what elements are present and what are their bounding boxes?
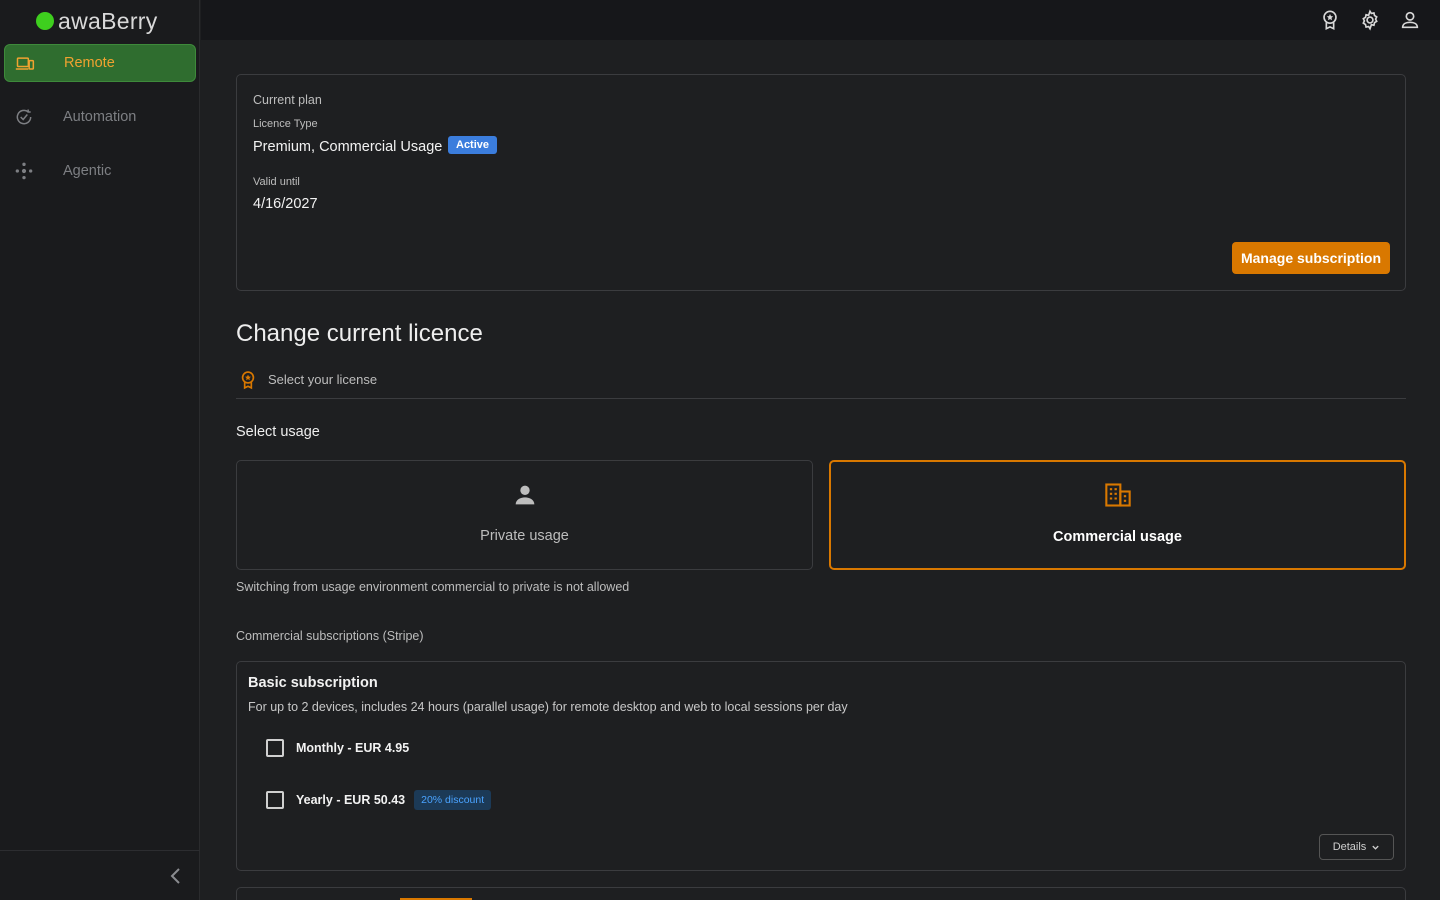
select-usage-heading: Select usage (236, 424, 320, 440)
commercial-usage-label: Commercial usage (1053, 529, 1182, 545)
manage-subscription-button[interactable]: Manage subscription (1232, 242, 1390, 274)
yearly-option[interactable]: Yearly - EUR 50.43 20% discount (266, 790, 492, 810)
current-plan-heading: Current plan (253, 93, 322, 107)
details-button[interactable]: Details (1319, 834, 1394, 860)
sidebar-item-agentic[interactable]: Agentic (4, 152, 196, 190)
sidebar-footer (0, 850, 200, 900)
page-title: Change current licence (236, 320, 483, 347)
building-icon (1104, 483, 1131, 507)
devices-icon (15, 57, 35, 70)
award-icon[interactable] (1319, 9, 1341, 31)
brand-dot-icon (36, 12, 54, 30)
chevron-down-icon (1372, 845, 1379, 850)
details-label: Details (1332, 841, 1367, 853)
sidebar-item-automation[interactable]: Automation (4, 98, 196, 136)
sidebar-item-label: Agentic (63, 163, 112, 179)
current-plan-card: Current plan Licence Type Premium, Comme… (236, 74, 1406, 291)
topbar (201, 0, 1440, 40)
person-icon (515, 485, 534, 505)
brand-logo[interactable]: awaBerry (36, 6, 158, 36)
commercial-usage-option[interactable]: Commercial usage (829, 460, 1406, 570)
status-badge: Active (448, 136, 498, 154)
stepper: Select your license (236, 366, 1406, 399)
step-label: Select your license (268, 372, 378, 387)
automation-icon (16, 109, 32, 125)
brand-name: awaBerry (58, 7, 158, 34)
agentic-icon (15, 162, 33, 180)
chevron-left-icon[interactable] (166, 865, 186, 887)
monthly-label: Monthly - EUR 4.95 (296, 741, 410, 755)
sidebar-item-label: Automation (63, 109, 137, 125)
monthly-option[interactable]: Monthly - EUR 4.95 (266, 738, 409, 758)
private-usage-option[interactable]: Private usage (236, 460, 813, 570)
subscription-description: For up to 2 devices, includes 24 hours (… (248, 700, 848, 714)
gear-icon[interactable] (1359, 9, 1381, 31)
switch-note: Switching from usage environment commerc… (236, 580, 630, 594)
discount-badge: 20% discount (414, 790, 492, 810)
valid-until-label: Valid until (253, 176, 300, 188)
award-icon (241, 371, 255, 390)
subscription-title: Basic subscription (248, 675, 378, 691)
subscriptions-heading: Commercial subscriptions (Stripe) (236, 629, 424, 643)
sidebar-item-label: Remote (64, 55, 115, 71)
user-icon[interactable] (1399, 9, 1421, 31)
yearly-label: Yearly - EUR 50.43 (296, 793, 406, 807)
sidebar: awaBerry Remote Automation Agentic (0, 0, 200, 900)
sidebar-item-remote[interactable]: Remote (4, 44, 196, 82)
yearly-checkbox[interactable] (266, 791, 284, 809)
licence-type-label: Licence Type (253, 118, 318, 130)
monthly-checkbox[interactable] (266, 739, 284, 757)
basic-subscription-card: Basic subscription For up to 2 devices, … (236, 661, 1406, 871)
private-usage-label: Private usage (480, 528, 569, 544)
valid-until-value: 4/16/2027 (253, 196, 318, 212)
licence-type-value: Premium, Commercial Usage (253, 139, 443, 155)
